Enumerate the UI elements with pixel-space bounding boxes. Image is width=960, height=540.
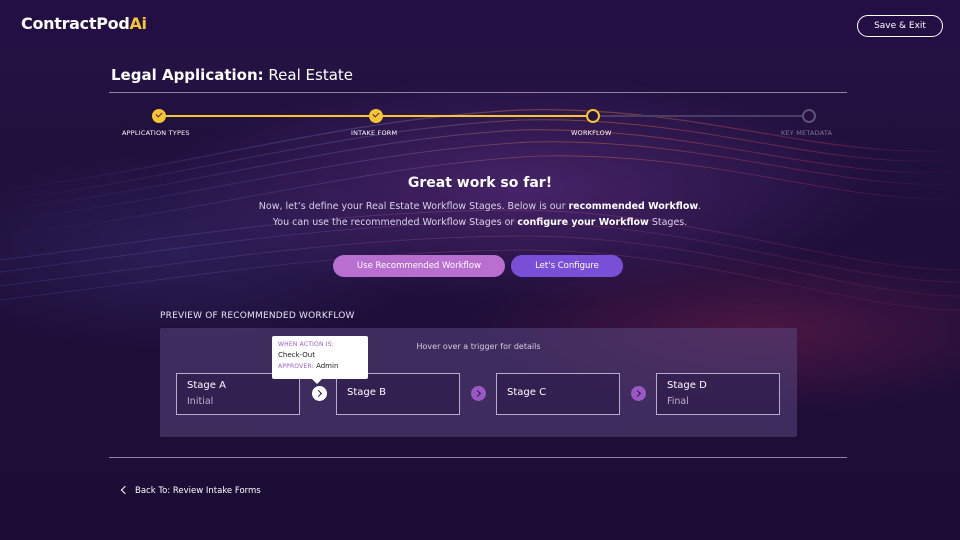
back-link[interactable]: Back To: Review Intake Forms <box>120 485 261 496</box>
lets-configure-button[interactable]: Let's Configure <box>511 255 623 277</box>
step-current-icon <box>586 109 600 123</box>
stage-subtitle: Initial <box>187 396 214 407</box>
step-pending-icon <box>802 109 816 123</box>
save-exit-button[interactable]: Save & Exit <box>857 15 943 37</box>
stage-name: Stage A <box>187 380 226 391</box>
top-bar: ContractPodAi Save & Exit <box>0 0 960 48</box>
hover-hint: Hover over a trigger for details <box>416 342 541 351</box>
use-recommended-workflow-button[interactable]: Use Recommended Workflow <box>333 255 505 277</box>
trigger-tooltip: WHEN ACTION IS: Check-Out APPROVER: Admi… <box>272 336 368 384</box>
bottom-divider <box>109 457 847 458</box>
page-title-bold: Legal Application: <box>111 66 264 84</box>
step-check-icon <box>369 109 383 123</box>
tooltip-when-label: WHEN ACTION IS: <box>278 341 334 348</box>
tooltip-approver-label: APPROVER: <box>278 363 314 370</box>
intro-line-2-text: You can use the recommended Workflow Sta… <box>272 217 515 228</box>
chevron-left-icon <box>120 485 130 495</box>
contractpodai-logo[interactable]: ContractPodAi <box>21 14 147 33</box>
preview-title: PREVIEW OF RECOMMENDED WORKFLOW <box>160 311 355 321</box>
page-title: Legal Application: Real Estate <box>111 66 353 84</box>
intro-line-1-bold: recommended Workflow <box>568 201 699 212</box>
trigger-arrow-icon[interactable] <box>471 386 486 401</box>
stage-name: Stage B <box>347 387 386 398</box>
stage-card: Stage B <box>336 373 460 415</box>
stage-subtitle: Final <box>667 396 689 407</box>
trigger-arrow-icon[interactable] <box>631 386 646 401</box>
intro-line-2-end: Stages. <box>651 217 688 228</box>
top-divider <box>109 92 847 93</box>
step-label-intake-form[interactable]: INTAKE FORM <box>351 129 397 137</box>
stage-card: Stage C <box>496 373 620 415</box>
intro-line-2-bold: configure your Workflow <box>517 217 649 228</box>
stage-card: Stage A Initial <box>176 373 300 415</box>
stage-name: Stage D <box>667 380 707 391</box>
step-check-icon <box>152 109 166 123</box>
stepper-track-remaining <box>593 115 809 117</box>
headline: Great work so far! <box>407 175 553 191</box>
intro-line-2: You can use the recommended Workflow Sta… <box>0 217 960 228</box>
intro-line-1: Now, let’s define your Real Estate Workf… <box>0 201 960 212</box>
step-label-workflow: WORKFLOW <box>571 129 612 137</box>
tooltip-approver: APPROVER: Admin <box>278 362 338 370</box>
back-link-label: Back To: Review Intake Forms <box>135 486 261 496</box>
logo-main-text: ContractPod <box>21 14 130 33</box>
intro-line-1-end: . <box>698 201 702 212</box>
tooltip-approver-value: Admin <box>316 362 339 370</box>
page-title-rest: Real Estate <box>268 66 354 84</box>
step-label-application-types[interactable]: APPLICATION TYPES <box>122 129 190 137</box>
logo-accent-text: Ai <box>129 14 147 33</box>
stage-card: Stage D Final <box>656 373 780 415</box>
stage-name: Stage C <box>507 387 547 398</box>
step-label-key-metadata: KEY METADATA <box>781 129 833 137</box>
intro-line-1-text: Now, let’s define your Real Estate Workf… <box>258 201 566 212</box>
tooltip-when-value: Check-Out <box>278 351 315 359</box>
trigger-arrow-icon[interactable] <box>312 386 327 401</box>
